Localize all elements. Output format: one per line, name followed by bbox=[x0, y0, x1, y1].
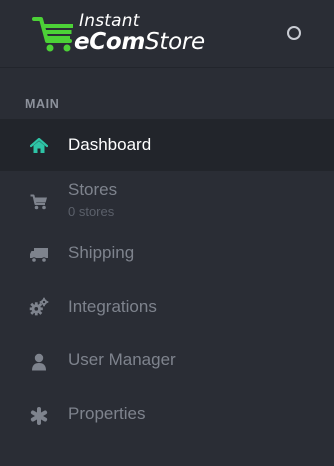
sidebar-item-stores[interactable]: Stores 0 stores bbox=[0, 173, 334, 225]
brand-name-line1: Instant bbox=[79, 11, 140, 31]
sidebar-toggle-button[interactable] bbox=[287, 26, 301, 40]
sidebar-item-user-manager[interactable]: User Manager bbox=[0, 335, 334, 387]
brand-logo[interactable]: Instant eComStore bbox=[32, 11, 205, 57]
home-icon bbox=[29, 136, 49, 156]
sidebar-item-label: Stores bbox=[68, 180, 118, 199]
asterisk-icon bbox=[29, 406, 49, 426]
sidebar-item-label: Integrations bbox=[68, 297, 157, 316]
brand-name-ecom: eCom bbox=[74, 29, 146, 55]
sidebar-item-dashboard[interactable]: Dashboard bbox=[0, 119, 334, 171]
cogs-icon bbox=[29, 297, 49, 317]
store-count-label: 0 stores bbox=[68, 204, 115, 219]
sidebar-item-label: Dashboard bbox=[68, 135, 152, 154]
sidebar-item-label: User Manager bbox=[68, 350, 176, 369]
sidebar-item-shipping[interactable]: Shipping bbox=[0, 227, 334, 279]
user-icon bbox=[29, 352, 49, 372]
cart-icon bbox=[29, 192, 49, 212]
sidebar-item-label: Properties bbox=[68, 404, 146, 423]
sidebar-item-properties[interactable]: Properties bbox=[0, 389, 334, 441]
section-label-main: MAIN bbox=[25, 97, 60, 111]
sidebar-item-integrations[interactable]: Integrations bbox=[0, 281, 334, 333]
brand-name-store: Store bbox=[145, 29, 205, 55]
sidebar-header: Instant eComStore bbox=[0, 0, 334, 68]
sidebar-item-label: Shipping bbox=[68, 243, 135, 262]
shopping-cart-logo-icon bbox=[32, 17, 73, 52]
truck-icon bbox=[29, 245, 49, 265]
brand-name-line2: eComStore bbox=[74, 29, 205, 55]
